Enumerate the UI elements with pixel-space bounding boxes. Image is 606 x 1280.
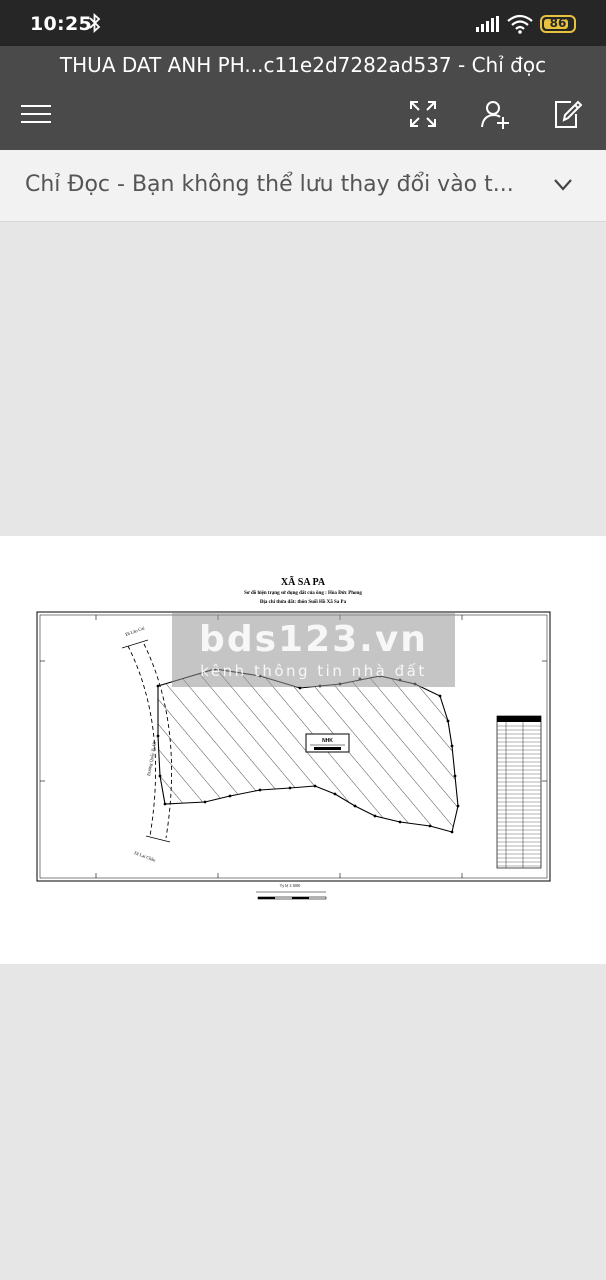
coordinate-table <box>496 715 542 869</box>
map-title: XÃ SA PA <box>281 576 326 588</box>
battery-level: 86 <box>549 16 567 30</box>
bluetooth-icon <box>89 13 101 33</box>
add-person-icon <box>481 101 509 129</box>
road-label-bottom: Đi Lai Châu <box>134 850 157 863</box>
edit-button[interactable] <box>549 96 585 132</box>
document-page[interactable]: XÃ SA PA Sơ đồ hiện trạng sử dụng đất củ… <box>0 536 606 964</box>
hamburger-icon <box>21 105 51 123</box>
expand-icon <box>410 101 436 127</box>
document-title: THUA DAT ANH PH...c11e2d7282ad537 - Chỉ … <box>59 53 547 77</box>
read-only-banner[interactable]: Chỉ Đọc - Bạn không thể lưu thay đổi vào… <box>0 150 606 222</box>
edit-document-icon <box>555 100 583 128</box>
app-bar: THUA DAT ANH PH...c11e2d7282ad537 - Chỉ … <box>0 46 606 150</box>
fullscreen-button[interactable] <box>405 96 441 132</box>
status-time: 10:25 <box>30 13 92 35</box>
chevron-down-icon[interactable] <box>550 174 576 196</box>
read-only-message: Chỉ Đọc - Bạn không thể lưu thay đổi vào… <box>25 172 514 197</box>
add-person-button[interactable] <box>477 96 513 132</box>
parcel-label: NHK <box>322 738 333 744</box>
watermark-main: bds123.vn <box>199 619 428 660</box>
map-subtitle-1: Sơ đồ hiện trạng sử dụng đất của ông : H… <box>244 591 362 596</box>
status-bar: 10:25 86 <box>0 0 606 46</box>
watermark: bds123.vn kênh thông tin nhà đất <box>172 613 455 687</box>
scale-label: Tỷ lệ 1:1000 <box>280 883 300 888</box>
road-label-top: Đi Lào Cai <box>125 625 146 637</box>
wifi-icon <box>507 14 533 34</box>
battery-icon: 86 <box>540 15 576 33</box>
land-parcel-map: XÃ SA PA Sơ đồ hiện trạng sử dụng đất củ… <box>36 576 551 900</box>
watermark-sub: kênh thông tin nhà đất <box>200 662 427 680</box>
menu-button[interactable] <box>18 96 54 132</box>
signal-icon <box>476 16 499 32</box>
map-subtitle-2: Địa chỉ thửa đất: thôn Suối Hồ Xã Sa Pa <box>260 600 347 605</box>
